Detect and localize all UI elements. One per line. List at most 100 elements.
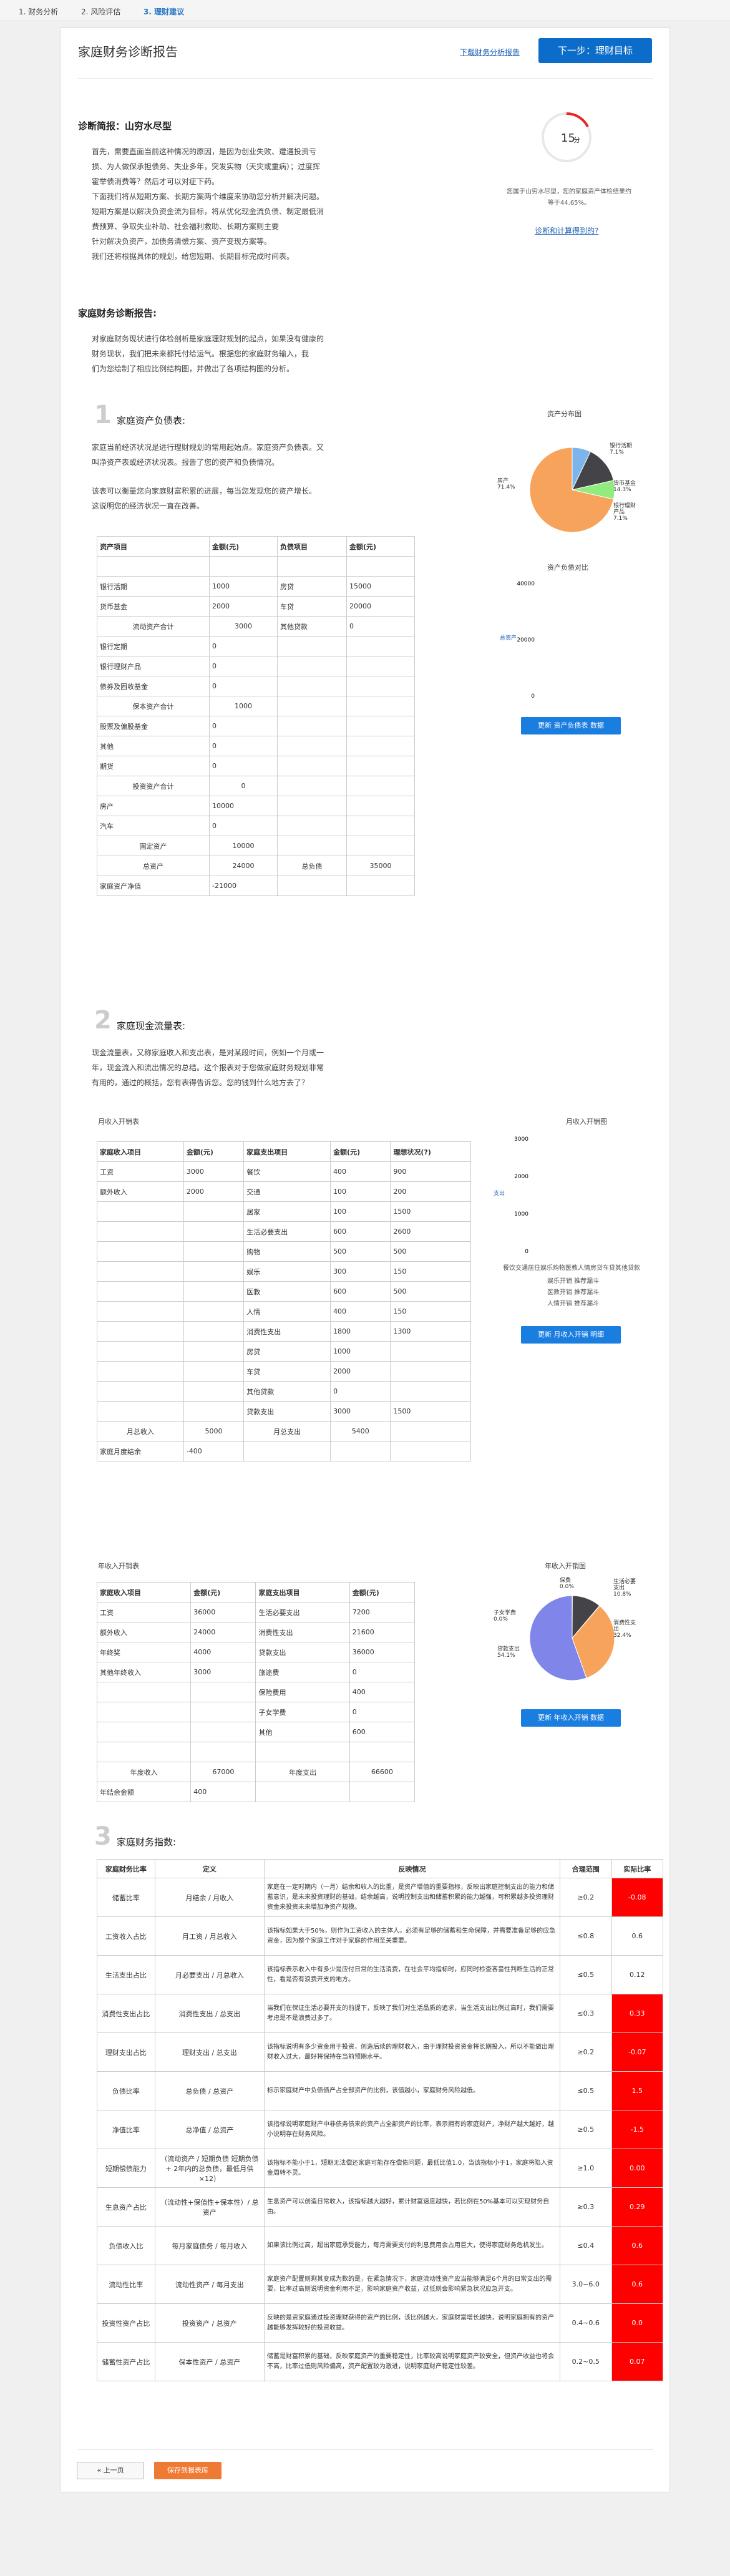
table-cell (255, 1742, 350, 1762)
pie-label: 子女学费 0.0% (494, 1609, 516, 1622)
table-cell: 贷款支出 (255, 1642, 350, 1662)
table-cell: 标示家庭财产中负债债产占全部资产的比例，该值越小，家庭财务风险越低。 (263, 2071, 561, 2110)
table-row: 理财支出占比 理财支出 / 总支出 该指标说明有多少资金用于投资，创造后续的理财收入… (97, 2032, 664, 2072)
table-cell: 300 (330, 1261, 391, 1282)
table-cell (390, 1421, 471, 1442)
table-row: 银行活期 1000 房贷 15000 (96, 576, 416, 597)
prev-page-button[interactable]: « 上一页 (77, 2462, 144, 2479)
table-row: 保险费用 400 (96, 1682, 416, 1702)
table-cell: 其他贷款 (243, 1381, 331, 1402)
pie-label: 货币基金 14.3% (613, 479, 636, 493)
yearly-pie-chart: 保费 0.0% 生活必要支出 10.8% 子女学费 0.0% 消费性支出 32.4% 贷款支出 5… (494, 1576, 636, 1681)
table-header-cell: 金额(元) (349, 1582, 416, 1603)
table-cell (183, 1221, 245, 1242)
table-cell (346, 876, 416, 896)
table-cell: ≥1.0 (560, 2149, 612, 2188)
table-cell (277, 676, 347, 696)
table-cell: 2000 (330, 1361, 391, 1382)
table-cell: 年结余金额 (96, 1782, 192, 1802)
section-number-2: 2 (94, 1006, 112, 1035)
score-explain-link[interactable]: 诊断和计算得到的? (535, 225, 598, 236)
table-cell: 900 (390, 1161, 471, 1182)
chart-legend: 总资产 (500, 634, 517, 642)
table-row: 流动资产合计 3000 其他贷款 0 (96, 616, 416, 637)
axis-tick: 0 (525, 1249, 528, 1255)
table-row: 额外收入 2000 交通 100 200 (97, 1181, 471, 1202)
step-financial-advice[interactable]: 3. 理财建议 (144, 6, 184, 17)
table-cell (346, 696, 416, 716)
table-row: 储蓄比率 月结余 / 月收入 家庭在一定时期内（一月）结余和收入的比重，是资产增值的… (97, 1878, 664, 1917)
table-cell: 年度支出 (255, 1762, 350, 1782)
table-cell: 月总支出 (243, 1421, 331, 1442)
asset-bar-chart: 40000 20000 0 总资产 (500, 581, 535, 700)
step-financial-analysis[interactable]: 1. 财务分析 (19, 6, 58, 17)
table-row: 投资性资产占比 投资资产 / 总资产 反映的是资家庭通过投资理财获得的资产的比例，该… (97, 2303, 664, 2343)
table-row: 居家 100 1500 (97, 1201, 471, 1222)
table-row: 货币基金 2000 车贷 20000 (96, 596, 416, 617)
table-row: 固定资产 10000 (96, 836, 416, 856)
table-row: 银行理财产品 0 (96, 656, 416, 676)
table-cell: 24000 (209, 856, 278, 876)
balance-sheet-desc: 家庭当前经济状况是进行理财规划的常用起始点。家庭资产负债表。又 叫净资产表或经济状… (92, 443, 324, 467)
balance-sheet-table: 资产项目 金额(元) 负债项目 金额(元) 银行活期 1000 房贷 15000 货币基金 200… (96, 536, 416, 896)
table-cell (183, 1381, 245, 1402)
table-cell: 100 (330, 1201, 391, 1222)
step-risk-assessment[interactable]: 2. 风险评估 (81, 6, 120, 17)
table-header-cell: 定义 (154, 1859, 265, 1878)
table-cell (390, 1441, 471, 1461)
table-cell (346, 756, 416, 776)
axis-tick: 2000 (514, 1174, 528, 1180)
page-title: 家庭财务诊断报告 (78, 44, 178, 59)
financial-ratio-table: 家庭财务比率 定义 反映情况 合理范围 实际比率 储蓄比率 月结余 / 月收入 家庭在一定时期… (97, 1859, 664, 2381)
table-row: 生活支出占比 月必要支出 / 月总收入 该指标表示收入中有多少是应付日常的生活消费，… (97, 1955, 664, 1994)
table-cell (255, 1782, 350, 1802)
table-row: 储蓄性资产占比 保本性资产 / 总资产 储蓄是财富积累的基础，反映家庭资产的重要稳定… (97, 2342, 664, 2381)
table-row: 流动性比率 流动性资产 / 每月支出 家庭资产配置则剩其变成为数的是，在紧急情况下，… (97, 2265, 664, 2304)
table-cell: ≥0.2 (560, 1878, 612, 1917)
cashflow-desc: 现金流量表，又称家庭收入和支出表，是对某段时间，例如一个月或一 年，现金流入和流出… (92, 1048, 324, 1087)
table-cell: 2600 (390, 1221, 471, 1242)
table-cell: 购物 (243, 1241, 331, 1262)
chart-legend: 支出 (494, 1189, 505, 1197)
table-header-cell: 负债项目 (277, 536, 347, 557)
table-cell (277, 636, 347, 656)
yearly-cashflow-table: 家庭收入项目 金额(元) 家庭支出项目 金额(元) 工资 36000 生活必要支出 7200 额… (96, 1582, 416, 1802)
table-cell: 400 (349, 1682, 416, 1702)
update-yearly-button[interactable]: 更新 年收入开销 数据 (521, 1709, 621, 1727)
table-row: 短期偿债能力 （流动资产 / 短期负债 短期负债 + 2年内的总负债，最低月供×1… (97, 2149, 664, 2188)
save-report-button[interactable]: 保存到报表库 (154, 2462, 221, 2479)
table-cell: 工资收入占比 (97, 1916, 155, 1956)
table-cell: 房贷 (277, 576, 347, 597)
table-cell: 银行定期 (96, 636, 210, 656)
table-cell: 理财支出占比 (97, 2032, 155, 2072)
table-cell (346, 676, 416, 696)
table-cell: 月结余 / 月收入 (154, 1878, 265, 1917)
next-goal-button[interactable]: 下一步：理财目标 (538, 38, 652, 63)
download-report-link[interactable]: 下载财务分析报告 (460, 47, 520, 57)
table-cell: 工资 (97, 1161, 184, 1182)
table-cell: ≥0.5 (560, 2110, 612, 2149)
table-cell: 月工资 / 月总收入 (154, 1916, 265, 1956)
table-cell: 车贷 (277, 596, 347, 617)
table-cell: 如果该比例过高，超出家庭承受能力，每月需要支付的利息费用会占用巨大，使得家庭财务… (263, 2226, 561, 2265)
report-label: 家庭财务诊断报告: (78, 308, 157, 319)
table-cell: 子女学费 (255, 1702, 350, 1722)
table-cell: 24000 (190, 1622, 256, 1642)
table-cell: 4000 (190, 1642, 256, 1662)
update-monthly-button[interactable]: 更新 月收入开销 明细 (521, 1326, 621, 1344)
update-balance-sheet-button[interactable]: 更新 资产负债表 数据 (521, 717, 621, 734)
table-cell: 债券及固收基金 (96, 676, 210, 696)
table-cell: 0.4~0.6 (560, 2303, 612, 2343)
table-cell: 储蓄比率 (97, 1878, 155, 1917)
diag-text: 首先，需要直面当前这种情况的原因，是因为创业失败、遭遇投资亏 损、为人做保承担债务… (92, 147, 324, 261)
pie-label: 消费性支出 32.4% (613, 1619, 636, 1639)
table-cell: 1300 (390, 1321, 471, 1342)
table-row: 家庭资产净值 -21000 (96, 876, 416, 896)
table-cell (183, 1281, 245, 1302)
table-cell: -1.5 (611, 2110, 664, 2149)
table-cell: 生活必要支出 (243, 1221, 331, 1242)
table-cell: 家庭资产净值 (96, 876, 210, 896)
table-row: 期货 0 (96, 756, 416, 776)
table-cell (96, 1682, 192, 1702)
table-header-cell: 金额(元) (330, 1141, 391, 1162)
